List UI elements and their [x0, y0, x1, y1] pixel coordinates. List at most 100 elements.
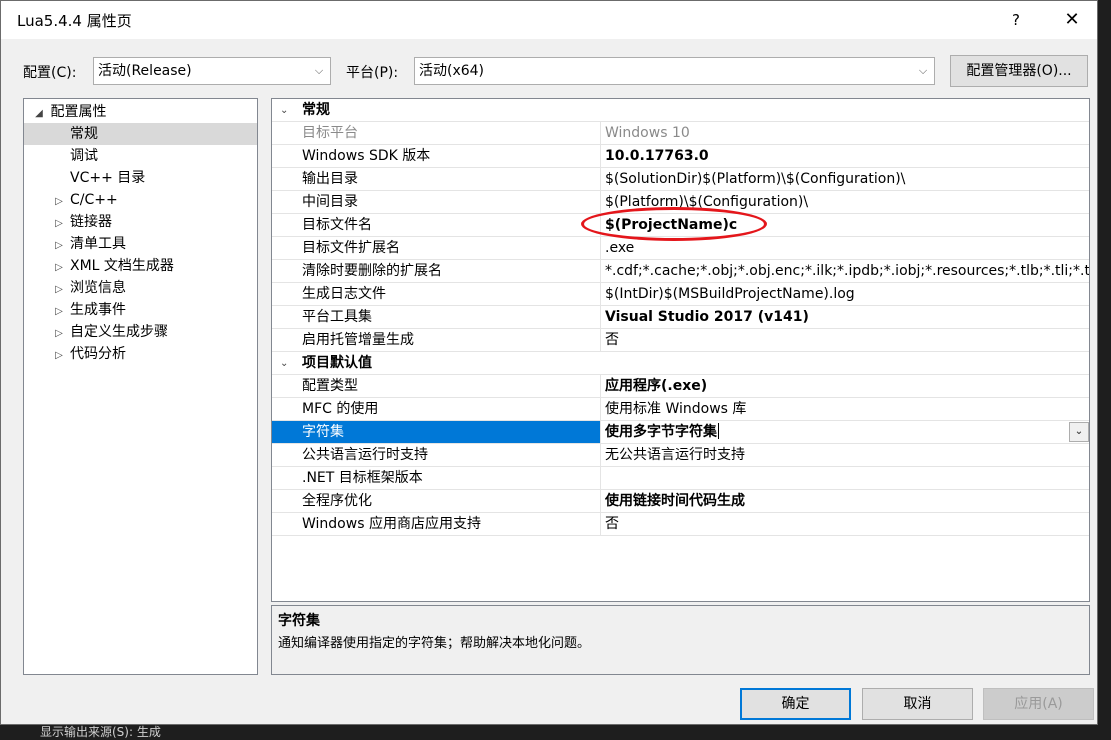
tree-root[interactable]: ◢ 配置属性 — [24, 101, 257, 123]
property-row[interactable]: 公共语言运行时支持 无公共语言运行时支持 — [272, 444, 1089, 467]
property-row[interactable]: 清除时要删除的扩展名 *.cdf;*.cache;*.obj;*.obj.enc;… — [272, 260, 1089, 283]
tree-item[interactable]: VC++ 目录 — [24, 167, 257, 189]
property-value[interactable]: Visual Studio 2017 (v141) — [602, 306, 1089, 328]
category-title: 项目默认值 — [302, 355, 372, 371]
tree-item-label: 生成事件 — [70, 302, 126, 318]
property-value-text: 否 — [605, 332, 619, 348]
property-value[interactable]: $(ProjectName)c — [602, 214, 1089, 236]
category-header[interactable]: ⌄ 常规 — [272, 99, 1089, 122]
property-row[interactable]: 目标文件扩展名 .exe — [272, 237, 1089, 260]
property-row[interactable]: Windows SDK 版本 10.0.17763.0 — [272, 145, 1089, 168]
property-name: 中间目录 — [272, 191, 601, 213]
property-name: Windows 应用商店应用支持 — [272, 513, 601, 535]
property-name: 生成日志文件 — [272, 283, 601, 305]
config-label: 配置(C): — [23, 65, 77, 81]
property-value[interactable]: 使用多字节字符集 ⌄ — [602, 421, 1089, 443]
collapsed-triangle-icon: ▷ — [55, 350, 63, 361]
tree-item-label: C/C++ — [70, 192, 118, 208]
help-button[interactable]: ? — [1004, 6, 1028, 34]
property-value[interactable]: $(IntDir)$(MSBuildProjectName).log — [602, 283, 1089, 305]
description-title: 字符集 — [278, 613, 320, 629]
property-row[interactable]: 生成日志文件 $(IntDir)$(MSBuildProjectName).log — [272, 283, 1089, 306]
ok-button[interactable]: 确定 — [740, 688, 851, 720]
property-row[interactable]: 平台工具集 Visual Studio 2017 (v141) — [272, 306, 1089, 329]
property-value[interactable] — [602, 467, 1089, 489]
property-value-text: Visual Studio 2017 (v141) — [605, 309, 809, 325]
property-row[interactable]: MFC 的使用 使用标准 Windows 库 — [272, 398, 1089, 421]
tree-item[interactable]: ▷ 代码分析 — [24, 343, 257, 365]
property-value[interactable]: *.cdf;*.cache;*.obj;*.obj.enc;*.ilk;*.ip… — [602, 260, 1089, 282]
collapsed-triangle-icon: ▷ — [55, 284, 63, 295]
property-value[interactable]: 否 — [602, 329, 1089, 351]
property-row[interactable]: .NET 目标框架版本 — [272, 467, 1089, 490]
property-value-text: $(ProjectName)c — [605, 217, 738, 233]
property-value[interactable]: 10.0.17763.0 — [602, 145, 1089, 167]
tree-item[interactable]: ▷ 清单工具 — [24, 233, 257, 255]
tree-item[interactable]: ▷ 生成事件 — [24, 299, 257, 321]
chevron-down-icon: ⌵ — [918, 64, 928, 77]
property-row[interactable]: 中间目录 $(Platform)\$(Configuration)\ — [272, 191, 1089, 214]
platform-combo[interactable]: 活动(x64) ⌵ — [414, 57, 935, 85]
collapsed-triangle-icon: ▷ — [55, 262, 63, 273]
expanded-triangle-icon: ◢ — [35, 108, 43, 119]
config-value: 活动(Release) — [98, 63, 192, 79]
property-name: .NET 目标框架版本 — [272, 467, 601, 489]
property-grid: ⌄ 常规目标平台 Windows 10 Windows SDK 版本 10.0.1776… — [271, 98, 1090, 602]
property-value[interactable]: .exe — [602, 237, 1089, 259]
property-value[interactable]: 无公共语言运行时支持 — [602, 444, 1089, 466]
text-cursor — [718, 423, 719, 439]
value-dropdown-button[interactable]: ⌄ — [1069, 422, 1089, 442]
property-value[interactable]: 应用程序(.exe) — [602, 375, 1089, 397]
property-row[interactable]: 字符集 使用多字节字符集 ⌄ — [272, 421, 1089, 444]
tree-item[interactable]: 常规 — [24, 123, 257, 145]
property-row[interactable]: 启用托管增量生成否 — [272, 329, 1089, 352]
tree-item[interactable]: ▷ XML 文档生成器 — [24, 255, 257, 277]
property-value[interactable]: 使用链接时间代码生成 — [602, 490, 1089, 512]
tree-item[interactable]: ▷ 链接器 — [24, 211, 257, 233]
tree-item[interactable]: 调试 — [24, 145, 257, 167]
collapsed-triangle-icon: ▷ — [55, 218, 63, 229]
property-row[interactable]: 目标文件名 $(ProjectName)c — [272, 214, 1089, 237]
tree-item[interactable]: ▷ C/C++ — [24, 189, 257, 211]
tree-root-label: 配置属性 — [50, 104, 107, 120]
property-value-text: 无公共语言运行时支持 — [605, 447, 745, 463]
property-name: MFC 的使用 — [272, 398, 601, 420]
property-value[interactable]: Windows 10 — [602, 122, 1089, 144]
category-header[interactable]: ⌄ 项目默认值 — [272, 352, 1089, 375]
property-row[interactable]: Windows 应用商店应用支持否 — [272, 513, 1089, 536]
background-ide-edge — [1098, 0, 1111, 740]
tree-item[interactable]: ▷ 浏览信息 — [24, 277, 257, 299]
description-text: 通知编译器使用指定的字符集；帮助解决本地化问题。 — [278, 636, 591, 651]
property-name: 清除时要删除的扩展名 — [272, 260, 601, 282]
property-row[interactable]: 输出目录 $(SolutionDir)$(Platform)\$(Configur… — [272, 168, 1089, 191]
config-manager-button[interactable]: 配置管理器(O)... — [950, 55, 1088, 87]
property-value[interactable]: $(Platform)\$(Configuration)\ — [602, 191, 1089, 213]
expanded-chevron-icon: ⌄ — [280, 105, 289, 116]
property-row[interactable]: 全程序优化 使用链接时间代码生成 — [272, 490, 1089, 513]
property-row[interactable]: 目标平台 Windows 10 — [272, 122, 1089, 145]
platform-value: 活动(x64) — [419, 63, 485, 79]
tree-item[interactable]: ▷ 自定义生成步骤 — [24, 321, 257, 343]
property-value-text: Windows 10 — [605, 125, 690, 141]
property-value[interactable]: 使用标准 Windows 库 — [602, 398, 1089, 420]
chevron-down-icon: ⌵ — [314, 64, 324, 77]
close-button[interactable]: ✕ — [1057, 6, 1087, 34]
property-value-text: 否 — [605, 516, 619, 532]
cancel-button[interactable]: 取消 — [862, 688, 973, 720]
tree-item-label: 链接器 — [70, 214, 112, 230]
collapsed-triangle-icon: ▷ — [55, 328, 63, 339]
property-value-text: $(Platform)\$(Configuration)\ — [605, 194, 809, 210]
apply-button[interactable]: 应用(A) — [983, 688, 1094, 720]
property-value-text: *.cdf;*.cache;*.obj;*.obj.enc;*.ilk;*.ip… — [605, 263, 1089, 279]
tree-item-label: 浏览信息 — [70, 280, 126, 296]
property-pages-dialog: Lua5.4.4 属性页 ? ✕ 配置(C): 活动(Release) ⌵ 平台… — [0, 0, 1098, 725]
category-title: 常规 — [302, 102, 330, 118]
property-name: 平台工具集 — [272, 306, 601, 328]
collapsed-triangle-icon: ▷ — [55, 240, 63, 251]
expanded-chevron-icon: ⌄ — [280, 358, 289, 369]
config-combo[interactable]: 活动(Release) ⌵ — [93, 57, 331, 85]
property-row[interactable]: 配置类型 应用程序(.exe) — [272, 375, 1089, 398]
property-value-text: $(SolutionDir)$(Platform)\$(Configuratio… — [605, 171, 906, 187]
property-value[interactable]: 否 — [602, 513, 1089, 535]
property-value[interactable]: $(SolutionDir)$(Platform)\$(Configuratio… — [602, 168, 1089, 190]
